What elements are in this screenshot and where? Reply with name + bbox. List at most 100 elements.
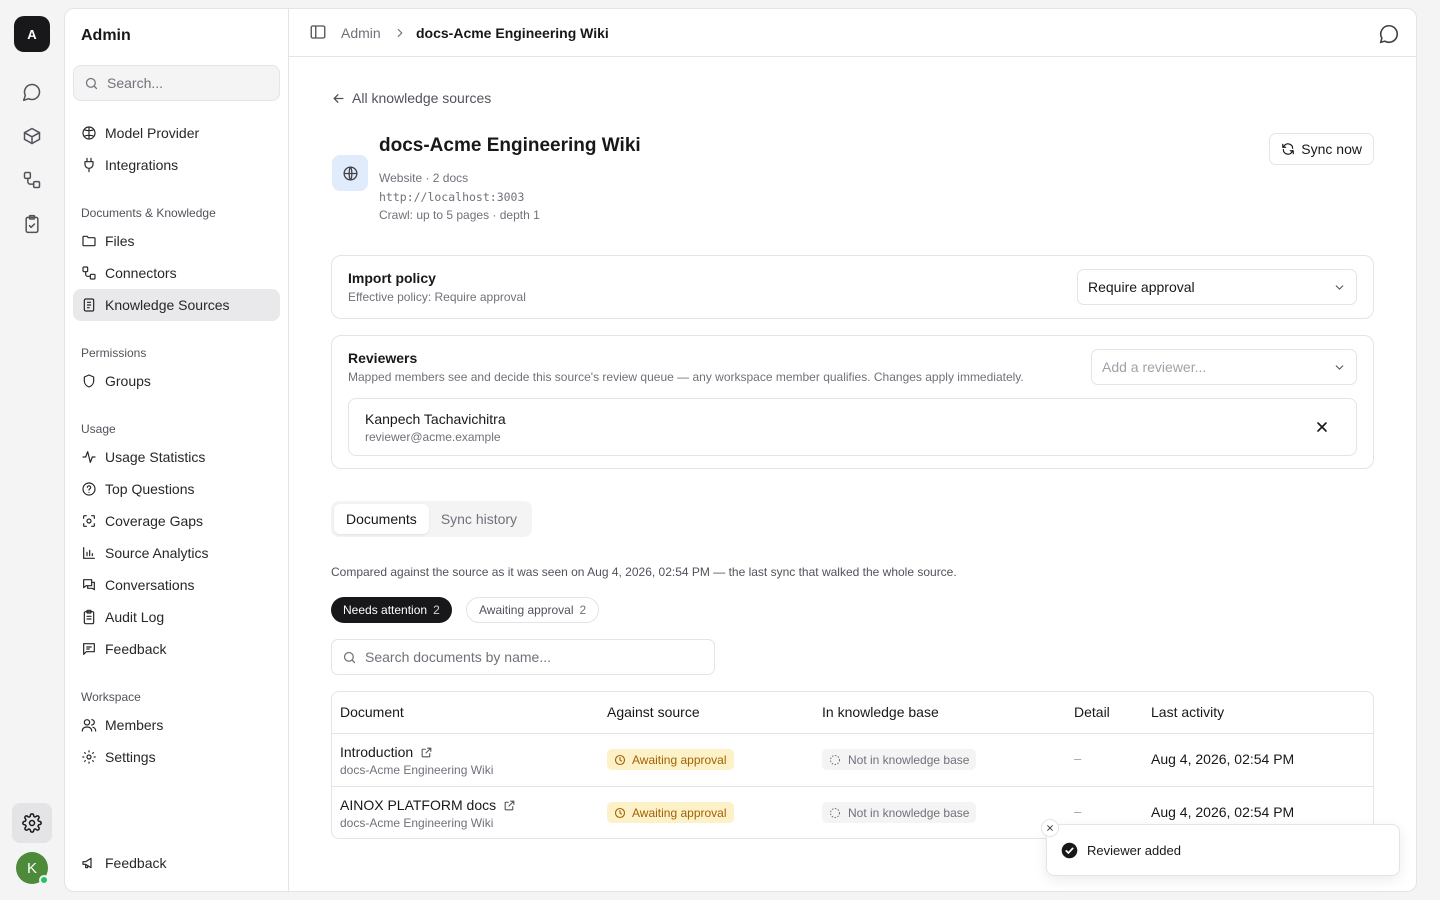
sidebar-item-conversations[interactable]: Conversations (73, 569, 280, 601)
sidebar-item-top-questions[interactable]: Top Questions (73, 473, 280, 505)
clock-icon (614, 807, 626, 818)
sidebar-item-label: Usage Statistics (105, 449, 206, 465)
document-source: docs-Acme Engineering Wiki (340, 763, 494, 777)
sync-now-button[interactable]: Sync now (1269, 133, 1374, 165)
chevron-down-icon (1335, 285, 1344, 290)
online-status-dot (39, 875, 49, 885)
breadcrumb-root[interactable]: Admin (341, 25, 381, 41)
settings-gear-icon[interactable] (12, 803, 52, 843)
workspace-logo[interactable]: A (14, 16, 50, 52)
sidebar-item-label: Model Provider (105, 125, 200, 141)
sidebar-item-label: Feedback (105, 855, 167, 871)
tab-sync-history[interactable]: Sync history (429, 504, 529, 534)
last-activity-cell: Aug 4, 2026, 02:54 PM (1151, 751, 1295, 767)
column-header-in-knowledge-base: In knowledge base (822, 704, 939, 720)
sidebar-item-integrations[interactable]: Integrations (73, 149, 280, 181)
arrow-left-icon (333, 93, 344, 103)
sidebar-item-usage-statistics[interactable]: Usage Statistics (73, 441, 280, 473)
bar-chart-icon (83, 547, 95, 559)
comparison-note: Compared against the source as it was se… (331, 565, 957, 579)
against-source-cell: Awaiting approval (607, 802, 734, 823)
sidebar-footer-feedback[interactable]: Feedback (73, 847, 280, 879)
reviewer-email: reviewer@acme.example (365, 430, 501, 444)
check-circle-icon (1061, 842, 1078, 858)
filter-count: 2 (579, 603, 587, 617)
sidebar-item-audit-log[interactable]: Audit Log (73, 601, 280, 633)
sidebar-item-label: Files (105, 233, 135, 249)
chat-bubble-icon[interactable] (1378, 23, 1400, 45)
filter-awaiting-approval[interactable]: Awaiting approval 2 (466, 597, 600, 623)
table-row[interactable]: Introduction docs-Acme Engineering Wiki … (332, 733, 1373, 786)
folder-icon (82, 235, 96, 247)
import-policy-panel: Import policy Effective policy: Require … (331, 255, 1374, 319)
sidebar-toggle-icon[interactable] (309, 23, 327, 41)
source-url: http://localhost:3003 (379, 190, 525, 204)
knowledge-base-cell: Not in knowledge base (822, 749, 977, 770)
reviewers-subtitle: Mapped members see and decide this sourc… (348, 370, 1024, 384)
package-icon[interactable] (16, 120, 48, 152)
app-rail: A K (0, 0, 64, 900)
sidebar-item-coverage-gaps[interactable]: Coverage Gaps (73, 505, 280, 537)
messages-icon (83, 579, 95, 591)
sidebar-item-files[interactable]: Files (73, 225, 280, 257)
toast-close-icon[interactable] (1041, 819, 1059, 837)
sidebar-item-label: Coverage Gaps (105, 513, 204, 529)
filter-needs-attention[interactable]: Needs attention 2 (331, 597, 452, 623)
reviewer-item: Kanpech Tachavichitra reviewer@acme.exam… (348, 398, 1357, 456)
filter-label: Needs attention (343, 603, 428, 617)
sidebar-item-label: Knowledge Sources (105, 297, 230, 313)
document-name: AINOX PLATFORM docs (340, 797, 497, 813)
back-to-sources-link[interactable]: All knowledge sources (331, 90, 491, 106)
sidebar-item-connectors[interactable]: Connectors (73, 257, 280, 289)
sidebar-item-label: Integrations (105, 157, 179, 173)
document-link[interactable]: Introduction (340, 744, 493, 760)
megaphone-icon (82, 857, 92, 869)
sidebar-item-groups[interactable]: Groups (73, 365, 280, 397)
message-square-icon (83, 643, 95, 655)
against-source-cell: Awaiting approval (607, 749, 734, 770)
sidebar-item-model-provider[interactable]: Model Provider (73, 117, 280, 149)
model-provider-icon (82, 126, 96, 140)
sidebar-item-source-analytics[interactable]: Source Analytics (73, 537, 280, 569)
sidebar-item-settings[interactable]: Settings (73, 741, 280, 773)
crawl-settings: Crawl: up to 5 pages · depth 1 (379, 208, 540, 222)
document-search-input[interactable]: Search documents by name... (331, 639, 715, 675)
dashed-circle-icon (830, 754, 840, 765)
external-link-icon[interactable] (420, 746, 433, 759)
filter-label: Awaiting approval (479, 603, 574, 617)
sync-now-label: Sync now (1301, 141, 1362, 157)
import-policy-selected: Require approval (1088, 279, 1195, 295)
clipboard-check-icon[interactable] (16, 208, 48, 240)
chevron-right-icon (397, 28, 403, 38)
document-cell: AINOX PLATFORM docs docs-Acme Engineerin… (340, 797, 516, 830)
users-icon (81, 719, 97, 732)
sidebar-group-usage: Usage (81, 422, 116, 436)
status-badge: Awaiting approval (607, 749, 734, 770)
gear-icon (82, 750, 96, 764)
external-link-icon[interactable] (503, 799, 516, 812)
sidebar-item-feedback[interactable]: Feedback (73, 633, 280, 665)
document-link[interactable]: AINOX PLATFORM docs (340, 797, 516, 813)
import-policy-select[interactable]: Require approval (1077, 269, 1357, 305)
sidebar-item-label: Groups (105, 373, 151, 389)
sidebar-search-input[interactable]: Search... (73, 65, 280, 101)
import-policy-subtitle: Effective policy: Require approval (348, 290, 526, 304)
sidebar-item-label: Connectors (105, 265, 177, 281)
book-icon (83, 298, 95, 312)
sidebar-item-knowledge-sources[interactable]: Knowledge Sources (73, 289, 280, 321)
main-content: All knowledge sources docs-Acme Engineer… (289, 57, 1416, 891)
remove-reviewer-close-icon[interactable] (1314, 419, 1330, 435)
search-icon (343, 651, 356, 663)
chevron-down-icon (1335, 365, 1344, 370)
connectors-icon[interactable] (16, 164, 48, 196)
kb-status-badge: Not in knowledge base (822, 749, 977, 770)
admin-sidebar: Admin Search... Model Provider Integrati… (65, 9, 289, 891)
tab-documents[interactable]: Documents (334, 504, 429, 534)
sidebar-item-label: Audit Log (105, 609, 165, 625)
user-avatar[interactable]: K (16, 852, 49, 885)
sidebar-item-label: Settings (105, 749, 156, 765)
add-reviewer-select[interactable]: Add a reviewer... (1091, 349, 1357, 385)
chat-icon[interactable] (16, 76, 48, 108)
status-badge: Awaiting approval (607, 802, 734, 823)
sidebar-item-members[interactable]: Members (73, 709, 280, 741)
